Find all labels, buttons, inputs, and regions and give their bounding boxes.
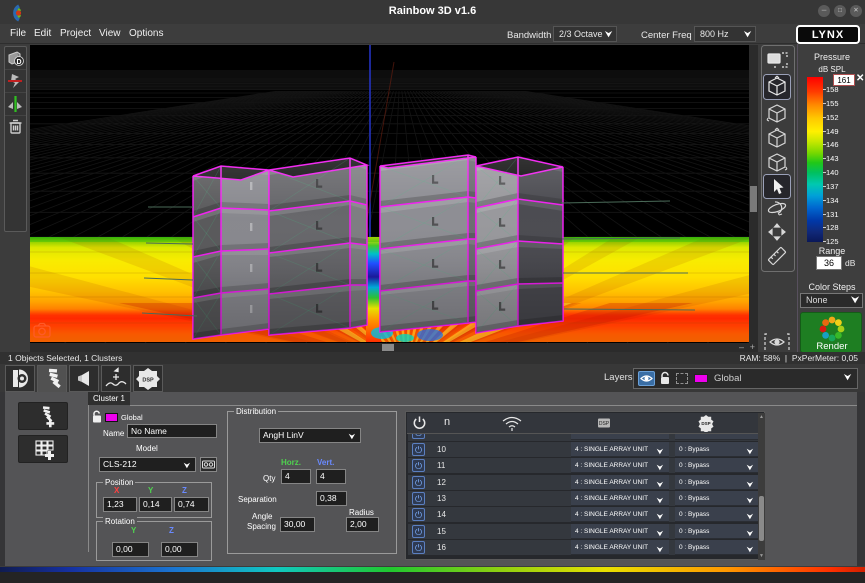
svg-text:DSP: DSP: [599, 421, 610, 427]
svg-text:LYNX: LYNX: [812, 29, 844, 41]
svg-text:D: D: [16, 59, 21, 66]
svg-text:DSP: DSP: [701, 421, 710, 426]
svg-text:DSP: DSP: [142, 378, 154, 384]
